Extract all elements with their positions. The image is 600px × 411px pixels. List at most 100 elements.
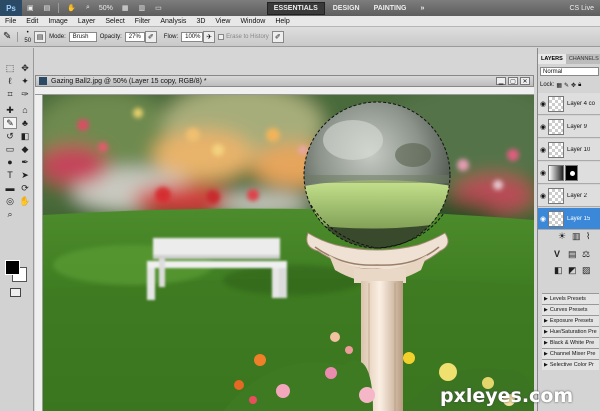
menu-window[interactable]: Window <box>235 18 270 25</box>
airbrush-icon[interactable]: ✈ <box>203 30 216 43</box>
visibility-eye-icon[interactable]: ◉ <box>538 215 548 223</box>
lock-position-icon[interactable]: ✥ <box>571 82 576 89</box>
minimize-icon[interactable]: ▁ <box>496 77 506 85</box>
document-canvas[interactable] <box>43 95 534 411</box>
brush-tool-icon[interactable]: ✎ <box>0 31 14 42</box>
hand-tool-icon[interactable]: ✋ <box>18 195 32 207</box>
lock-all-icon[interactable]: 🔒︎ <box>578 82 581 89</box>
gradient-map-icon[interactable]: ▨ <box>582 265 591 276</box>
opacity-field[interactable]: 27% <box>124 31 145 42</box>
shape-tool-icon[interactable]: ▬ <box>3 182 17 194</box>
preset-black-white[interactable]: ▶ Black & White Pre <box>542 337 599 348</box>
clone-stamp-tool-icon[interactable]: ♣ <box>18 117 32 129</box>
mode-select[interactable]: Brush <box>68 31 97 42</box>
layer-row[interactable]: ◉ Layer 2 <box>538 185 600 207</box>
blur-tool-icon[interactable]: ◆ <box>18 143 32 155</box>
pen-tool-icon[interactable]: ✒ <box>18 156 32 168</box>
bridge-icon[interactable]: ▣ <box>22 4 39 12</box>
pressure-opacity-icon[interactable]: ✐ <box>144 30 157 43</box>
patch-tool-icon[interactable]: ⌂ <box>18 104 32 116</box>
arrange-documents-icon[interactable]: ▥ <box>134 4 151 12</box>
history-brush-tool-icon[interactable]: ↺ <box>3 130 17 142</box>
brightness-icon[interactable]: ☀ <box>558 231 566 242</box>
screen-mode-icon[interactable]: ▭ <box>150 4 167 12</box>
zoom-level[interactable]: 50% <box>95 5 117 12</box>
workspace-essentials[interactable]: ESSENTIALS <box>266 1 325 15</box>
menu-filter[interactable]: Filter <box>130 18 156 25</box>
flow-field[interactable]: 100% <box>181 31 204 42</box>
erase-to-history-checkbox[interactable]: Erase to History <box>215 33 272 40</box>
menu-3d[interactable]: 3D <box>191 18 210 25</box>
menu-edit[interactable]: Edit <box>21 18 43 25</box>
quick-select-tool-icon[interactable]: ✦ <box>18 75 32 87</box>
document-tab[interactable]: Gazing Ball2.jpg @ 50% (Layer 15 copy, R… <box>35 75 534 87</box>
workspace-design[interactable]: DESIGN <box>327 3 366 14</box>
view-extras-icon[interactable]: ▦ <box>117 4 134 12</box>
layer-row-selected[interactable]: ◉ Layer 15 <box>538 208 600 230</box>
3d-camera-tool-icon[interactable]: ◎ <box>3 195 17 207</box>
color-balance-icon[interactable]: ⚖ <box>582 249 590 260</box>
more-workspaces-button[interactable]: » <box>415 3 431 14</box>
photo-filter-icon[interactable]: ◩ <box>568 265 577 276</box>
healing-tool-icon[interactable]: ✚ <box>3 104 17 116</box>
lock-pixels-icon[interactable]: ✎ <box>564 82 569 89</box>
menu-layer[interactable]: Layer <box>73 18 101 25</box>
menu-view[interactable]: View <box>210 18 235 25</box>
blend-mode-select[interactable]: Normal <box>540 67 599 76</box>
preset-selective-color[interactable]: ▶ Selective Color Pr <box>542 359 599 370</box>
horizontal-ruler[interactable] <box>35 87 534 95</box>
dodge-tool-icon[interactable]: ● <box>3 156 17 168</box>
menu-select[interactable]: Select <box>100 18 129 25</box>
visibility-eye-icon[interactable]: ◉ <box>538 169 548 177</box>
quick-mask-icon[interactable] <box>10 288 21 297</box>
layer-row[interactable]: ◉ Layer 10 <box>538 139 600 161</box>
close-icon[interactable]: ✕ <box>520 77 530 85</box>
visibility-eye-icon[interactable]: ◉ <box>538 123 548 131</box>
gradient-tool-icon[interactable]: ▭ <box>3 143 17 155</box>
lock-transparent-icon[interactable]: ▦ <box>556 82 562 89</box>
preset-exposure[interactable]: ▶ Exposure Presets <box>542 315 599 326</box>
move-tool-icon[interactable]: ✥ <box>18 62 32 74</box>
eyedropper-tool-icon[interactable]: ✑ <box>18 88 32 100</box>
adjustment-layer-row[interactable]: ◉ <box>538 162 600 184</box>
visibility-eye-icon[interactable]: ◉ <box>538 146 548 154</box>
preset-channel-mixer[interactable]: ▶ Channel Mixer Pre <box>542 348 599 359</box>
pressure-size-icon[interactable]: ✐ <box>271 30 284 43</box>
black-white-icon[interactable]: ◧ <box>554 265 563 276</box>
visibility-eye-icon[interactable]: ◉ <box>538 192 548 200</box>
foreground-color-swatch[interactable] <box>5 260 20 275</box>
curves-icon[interactable]: ⌇ <box>586 231 590 242</box>
menu-file[interactable]: File <box>0 18 21 25</box>
visibility-eye-icon[interactable]: ◉ <box>538 100 548 108</box>
brush-panel-icon[interactable]: ▤ <box>34 30 47 43</box>
vibrance-icon[interactable]: V <box>554 249 560 259</box>
menu-image[interactable]: Image <box>43 18 72 25</box>
workspace-painting[interactable]: PAINTING <box>368 3 413 14</box>
layer-row[interactable]: ◉ Layer 4 co <box>538 93 600 115</box>
3d-rotate-tool-icon[interactable]: ⟳ <box>18 182 32 194</box>
type-tool-icon[interactable]: T <box>3 169 17 181</box>
preset-curves[interactable]: ▶ Curves Presets <box>542 304 599 315</box>
layer-mask-thumbnail[interactable] <box>565 164 578 181</box>
preset-hue-saturation[interactable]: ▶ Hue/Saturation Pre <box>542 326 599 337</box>
menu-analysis[interactable]: Analysis <box>155 18 191 25</box>
marquee-tool-icon[interactable]: ⬚ <box>3 62 17 74</box>
tab-layers[interactable]: LAYERS <box>538 54 566 64</box>
layer-row[interactable]: ◉ Layer 9 <box>538 116 600 138</box>
vertical-ruler[interactable] <box>35 95 43 411</box>
hue-saturation-icon[interactable]: ▤ <box>568 249 577 260</box>
zoom-tool-panel-icon[interactable]: ⌕ <box>3 208 17 220</box>
maximize-icon[interactable]: ▢ <box>508 77 518 85</box>
menu-help[interactable]: Help <box>270 18 294 25</box>
cs-live-button[interactable]: CS Live <box>569 5 600 12</box>
eraser-tool-icon[interactable]: ◧ <box>18 130 32 142</box>
path-select-tool-icon[interactable]: ➤ <box>18 169 32 181</box>
tab-channels[interactable]: CHANNELS <box>566 54 600 64</box>
crop-tool-icon[interactable]: ⌗ <box>3 88 17 100</box>
preset-levels[interactable]: ▶ Levels Presets <box>542 293 599 304</box>
hand-icon[interactable]: ✋ <box>62 4 81 12</box>
zoom-tool-icon[interactable]: ⌕ <box>81 4 95 12</box>
brush-tool-button-icon[interactable]: ✎ <box>3 117 17 129</box>
levels-icon[interactable]: ▥ <box>572 231 581 242</box>
lasso-tool-icon[interactable]: ℓ <box>3 75 17 87</box>
